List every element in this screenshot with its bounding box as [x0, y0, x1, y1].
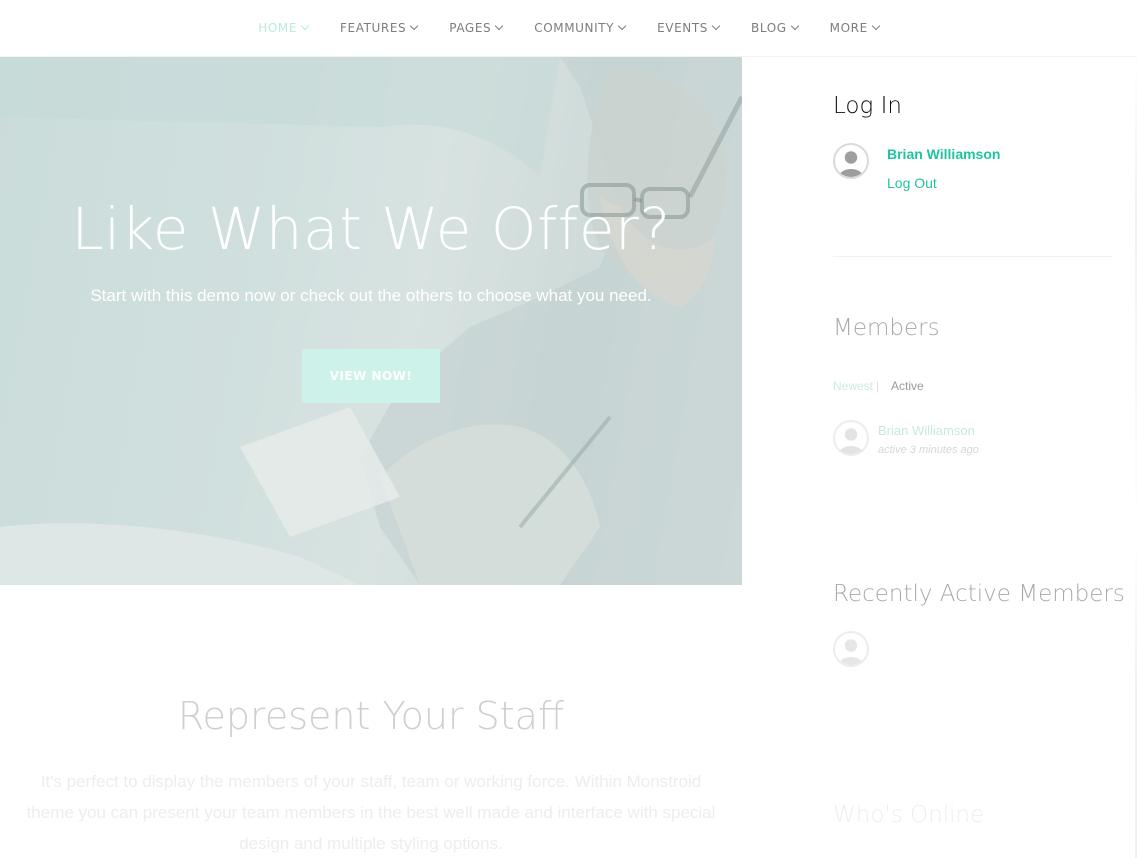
member-avatar[interactable] [833, 420, 869, 456]
chevron-down-icon [617, 21, 627, 31]
members-tab-newest[interactable]: Newest [833, 379, 873, 393]
login-widget-title: Log In [833, 93, 902, 119]
nav-menu: HOME FEATURES PAGES COMMUNITY EVENTS BLO… [242, 21, 895, 35]
nav-item-community[interactable]: COMMUNITY [534, 21, 627, 35]
recent-member-avatar[interactable] [833, 631, 869, 667]
member-name-link[interactable]: Brian Williamson [878, 423, 975, 438]
hero-subtitle: Start with this demo now or check out th… [90, 286, 652, 305]
avatar-placeholder-icon [838, 639, 864, 665]
nav-item-events[interactable]: EVENTS [657, 21, 721, 35]
hero-banner: Like What We Offer? Start with this demo… [0, 57, 742, 585]
chevron-down-icon [300, 21, 310, 31]
nav-item-more[interactable]: MORE [829, 21, 881, 35]
widget-divider [833, 256, 1112, 257]
hero-overlay [0, 57, 742, 585]
chevron-down-icon [410, 21, 419, 31]
members-widget-title: Members [833, 315, 940, 341]
members-tab-active[interactable]: Active [891, 379, 924, 393]
nav-item-label: FEATURES [340, 21, 407, 35]
chevron-down-icon [494, 21, 504, 31]
staff-section-text: It's perfect to display the members of y… [26, 772, 716, 853]
view-now-button[interactable]: VIEW NOW! [302, 349, 440, 403]
hero-title: Like What We Offer? [71, 195, 671, 263]
logged-in-user-link[interactable]: Brian Williamson [887, 146, 1000, 162]
top-navigation: HOME FEATURES PAGES COMMUNITY EVENTS BLO… [0, 0, 1137, 57]
avatar-placeholder-icon [838, 428, 864, 454]
sidebar: Log In Brian Williamson Log Out Members … [742, 57, 1137, 858]
nav-item-blog[interactable]: BLOG [751, 21, 799, 35]
nav-item-label: MORE [829, 21, 868, 35]
nav-item-pages[interactable]: PAGES [449, 21, 504, 35]
chevron-down-icon [790, 21, 799, 31]
nav-item-label: EVENTS [657, 21, 709, 35]
log-out-link[interactable]: Log Out [887, 175, 937, 191]
recently-active-widget-title: Recently Active Members [833, 581, 1125, 607]
nav-item-label: COMMUNITY [534, 21, 615, 35]
nav-item-label: BLOG [751, 21, 787, 35]
user-avatar[interactable] [833, 143, 869, 179]
avatar-placeholder-icon [838, 151, 864, 177]
nav-item-features[interactable]: FEATURES [340, 21, 419, 35]
chevron-down-icon [711, 21, 721, 31]
whos-online-widget-title: Who's Online [833, 802, 985, 828]
nav-item-label: HOME [258, 21, 298, 35]
nav-item-label: PAGES [449, 21, 492, 35]
chevron-down-icon [871, 21, 881, 31]
member-activity-status: active 3 minutes ago [878, 444, 979, 456]
nav-item-home[interactable]: HOME [258, 21, 310, 35]
members-tab-separator: | [876, 379, 880, 393]
staff-section-title: Represent Your Staff [177, 694, 565, 738]
